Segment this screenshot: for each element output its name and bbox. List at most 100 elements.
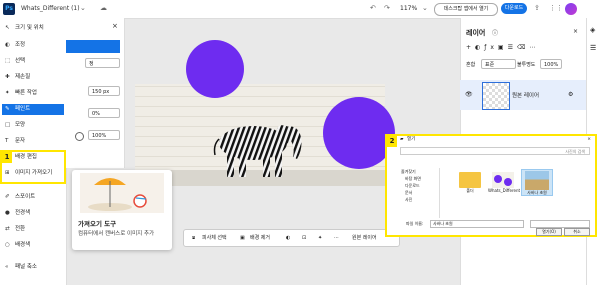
transform-icon[interactable]: ⊡ (302, 233, 306, 243)
layer-name[interactable]: 원본 레이어 (512, 91, 539, 99)
callout-number-1: 1 (2, 152, 12, 163)
swap-icon: ⇄ (5, 226, 10, 232)
opacity-field[interactable]: 100% (540, 59, 562, 69)
quick-action-icon: ✦ (5, 90, 10, 96)
folder-icon (459, 172, 481, 188)
tool-quick-action[interactable]: ✦ 빠른 작업 (2, 88, 64, 99)
slider-handle[interactable] (75, 132, 84, 141)
layer-tools-row[interactable]: +◐ƒx▣☰⌫⋯ (466, 44, 539, 51)
background-icon: ○ (5, 242, 10, 248)
zoom-level[interactable]: 117% (400, 5, 417, 12)
adjust-icon: ◐ (5, 42, 10, 48)
file-item-folder[interactable]: 폴더 (457, 172, 483, 193)
layers-panel-title: 레이어 (466, 29, 486, 37)
folder-icon: ▰ (400, 137, 404, 142)
tool-shape[interactable]: □ 모양 (2, 120, 64, 131)
collapse-panel[interactable]: «패널 축소 (2, 262, 64, 273)
address-bar[interactable]: 사진의 검색 (400, 147, 590, 155)
cancel-button[interactable]: 취소 (564, 228, 590, 236)
app-logo[interactable]: Ps (3, 3, 15, 15)
person-icon: ⧈ (192, 235, 196, 241)
layer-options-icon[interactable]: ⚙ (568, 91, 573, 98)
open-desktop-button[interactable]: 데스크탑 앱에서 열기 (434, 3, 498, 16)
tool-move[interactable]: ↖ 크기 및 위치 (2, 23, 64, 34)
settings-dropdown[interactable]: 정 (85, 58, 120, 68)
zebra-elephant-image[interactable] (205, 115, 315, 180)
eyedropper-icon: ✐ (5, 194, 10, 200)
avatar[interactable] (565, 3, 577, 15)
close-icon[interactable]: × (573, 28, 578, 35)
dialog-sidebar: 즐겨찾기 바탕 화면 다운로드 문서 사진 (401, 168, 440, 218)
sidebar-item-pictures[interactable]: 사진 (401, 196, 439, 203)
blend-mode-select[interactable]: 표준 (481, 59, 516, 69)
purple-circle-shape[interactable] (186, 40, 244, 98)
zoom-chevron-icon[interactable]: ⌄ (422, 4, 428, 12)
text-icon: T (5, 138, 9, 144)
file-type-select[interactable] (530, 220, 590, 228)
more-options-icon[interactable]: ⋯ (334, 233, 339, 243)
close-icon[interactable]: × (587, 136, 591, 144)
tool-select[interactable]: ⬚ 선택 (2, 56, 64, 67)
tool-text[interactable]: T 문자 (2, 136, 64, 147)
percent-field-1[interactable]: 0% (88, 108, 120, 118)
tooltip-illustration (80, 173, 164, 213)
select-subject-button[interactable]: 피사체 선택 (202, 233, 227, 243)
remove-bg-button[interactable]: 배경 제거 (250, 233, 270, 243)
size-field[interactable]: 150 px (88, 86, 120, 96)
opacity-label: 불투명도 (517, 62, 536, 68)
document-title[interactable]: Whats_Different (1) (21, 5, 80, 12)
file-thumbnail (525, 171, 549, 190)
redo-icon[interactable]: ↷ (384, 4, 390, 12)
dialog-title-bar: ▰ 열기 × (400, 136, 595, 144)
filename-field[interactable]: 사바나 초원 (430, 220, 524, 228)
eye-icon[interactable]: 👁 (465, 91, 473, 98)
layers-icon[interactable]: ◈ (590, 26, 595, 34)
chevron-down-icon[interactable]: ⌄ (80, 4, 86, 12)
contextual-task-bar: ⧈ 피사체 선택 ▣ 배경 제거 ◐ ⊡ ✦ ⋯ 원본 레이어 (183, 229, 400, 247)
cloud-icon[interactable]: ☁ (100, 4, 107, 12)
open-button[interactable]: 열기(O) (536, 228, 562, 236)
apps-grid-icon[interactable]: ⋮⋮ (549, 4, 563, 12)
move-icon: ↖ (5, 25, 10, 31)
file-item-whats-different[interactable]: Whats_Different (488, 172, 520, 193)
info-icon[interactable]: ⓘ (492, 28, 498, 37)
percent-field-2[interactable]: 100% (88, 130, 120, 140)
download-button[interactable]: 다운로드 (501, 3, 527, 14)
tool-paint[interactable]: ✎ 페인트 (2, 104, 64, 115)
layer-thumbnail (482, 82, 510, 110)
heal-icon: ✚ (5, 74, 10, 80)
close-icon[interactable]: × (112, 22, 118, 30)
brush-icon: ✎ (5, 106, 10, 112)
settings-selected-option[interactable] (66, 40, 120, 53)
callout-number-2: 2 (387, 136, 397, 147)
tool-eyedropper[interactable]: ✐ 스포이트 (2, 192, 64, 203)
tool-heal[interactable]: ✚ 제손질 (2, 72, 64, 83)
tool-background[interactable]: ○ 배경색 (2, 240, 64, 251)
file-item-savanna[interactable]: 사바나 초원 (521, 169, 553, 196)
dialog-title: 열기 (407, 137, 416, 142)
sidebar-item-documents[interactable]: 문서 (401, 189, 439, 196)
dialog-footer: 파일 이름: 사바나 초원 열기(O) 취소 (400, 218, 593, 236)
share-icon[interactable]: ⇪ (534, 4, 540, 12)
properties-icon[interactable]: ☰ (590, 44, 596, 52)
bg-remove-icon: ▣ (240, 235, 245, 241)
adjust-icon[interactable]: ◐ (286, 233, 290, 243)
tool-adjust[interactable]: ◐ 조정 (2, 40, 64, 51)
sidebar-item-desktop[interactable]: 바탕 화면 (401, 175, 439, 182)
search-field[interactable]: 사진의 검색 (565, 148, 585, 156)
collapse-icon: « (5, 264, 9, 270)
source-layer-button[interactable]: 원본 레이어 (352, 233, 377, 243)
blend-label: 혼합 (466, 62, 476, 68)
foreground-icon: ● (5, 210, 10, 216)
file-thumbnail (492, 172, 514, 188)
tool-swap[interactable]: ⇄ 전환 (2, 224, 64, 235)
shape-icon: □ (5, 122, 11, 128)
undo-icon[interactable]: ↶ (370, 4, 376, 12)
tooltip-description: 컴퓨터에서 캔버스로 이미지 추가 (78, 231, 155, 237)
sidebar-item-downloads[interactable]: 다운로드 (401, 182, 439, 189)
sidebar-item-favorites[interactable]: 즐겨찾기 (401, 168, 439, 175)
select-icon: ⬚ (5, 58, 11, 64)
tool-foreground[interactable]: ● 전경색 (2, 208, 64, 219)
magic-icon[interactable]: ✦ (318, 233, 322, 243)
tooltip-title: 가져오기 도구 (78, 220, 117, 228)
